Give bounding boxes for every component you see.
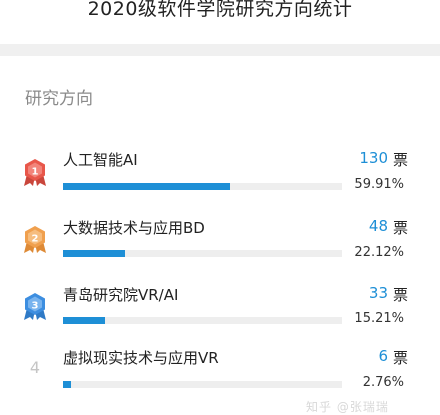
- item-4-progress-bar: [63, 381, 342, 388]
- item-4-vote-unit: 票: [393, 349, 409, 367]
- item-3-percent: 15.21%: [354, 311, 404, 326]
- item-1-vote-unit: 票: [393, 151, 409, 169]
- section-title: 研究方向: [25, 89, 93, 109]
- item-4-progress-fill: [63, 381, 71, 388]
- rank-3-medal-icon: 3: [24, 293, 46, 320]
- rank-3-label: 3: [32, 301, 39, 312]
- rank-2-label: 2: [32, 234, 39, 245]
- item-2-percent: 22.12%: [354, 245, 404, 260]
- item-2-name: 大数据技术与应用BD: [63, 219, 205, 237]
- item-3-vote-count: 33: [368, 284, 388, 302]
- item-1-name: 人工智能AI: [63, 151, 138, 169]
- item-2-vote-unit: 票: [393, 219, 409, 237]
- rank-4-number: 4: [29, 358, 41, 377]
- item-3-vote-unit: 票: [393, 286, 409, 304]
- divider-band: [0, 44, 440, 56]
- rank-1-label: 1: [32, 167, 39, 178]
- item-4-vote-count: 6: [378, 347, 388, 365]
- item-1-percent: 59.91%: [354, 177, 404, 192]
- item-1-progress-fill: [63, 183, 231, 190]
- item-2-vote-count: 48: [368, 217, 388, 235]
- item-4-percent: 2.76%: [362, 375, 404, 390]
- watermark: 知乎 @张瑞瑞: [306, 400, 389, 414]
- item-3-progress-bar: [63, 317, 342, 324]
- item-2-progress-bar: [63, 250, 342, 257]
- page-title: 2020级软件学院研究方向统计: [87, 0, 353, 20]
- item-2-progress-fill: [63, 250, 125, 257]
- rank-2-medal-icon: 2: [24, 226, 46, 253]
- item-1-vote-count: 130: [359, 149, 388, 167]
- rank-1-medal-icon: 1: [24, 159, 46, 186]
- item-4-name: 虚拟现实技术与应用VR: [63, 349, 219, 367]
- item-1-progress-bar: [63, 183, 342, 190]
- item-3-progress-fill: [63, 317, 106, 324]
- item-3-name: 青岛研究院VR/AI: [63, 286, 179, 304]
